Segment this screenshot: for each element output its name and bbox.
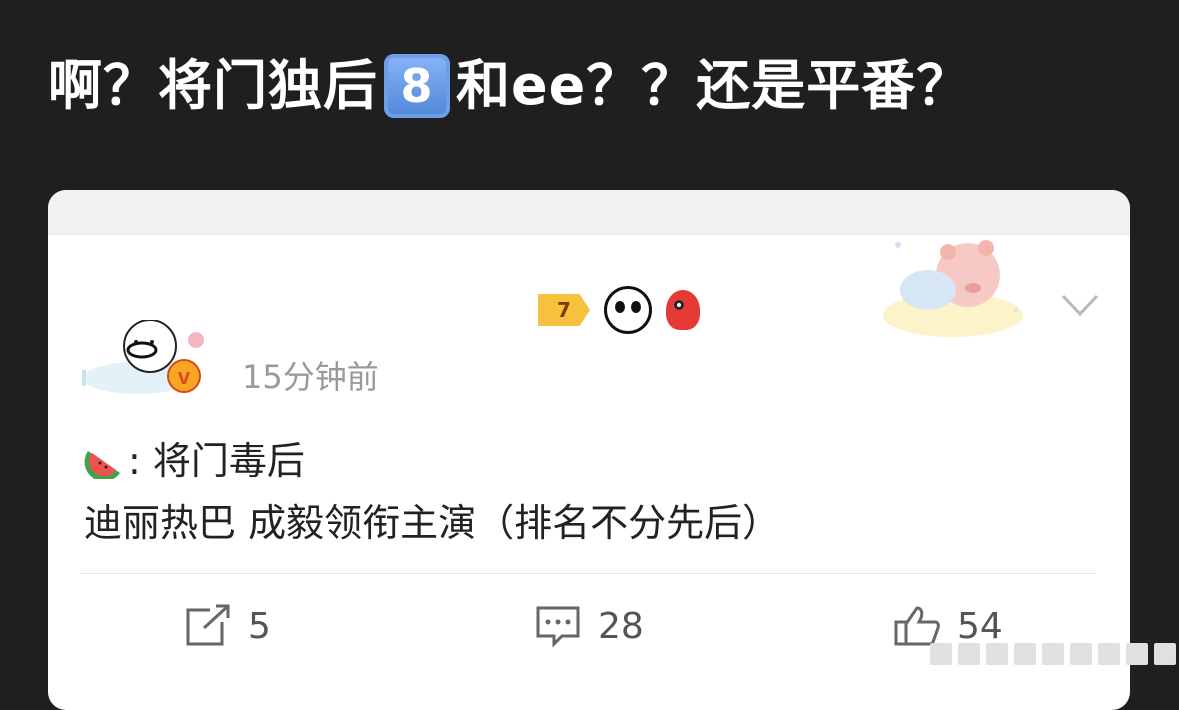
like-count: 54 bbox=[957, 605, 1003, 647]
divider bbox=[80, 573, 1096, 574]
headline: 啊？将门独后 8 和ee？？还是平番？ bbox=[48, 46, 971, 126]
thumbs-up-icon bbox=[894, 606, 940, 646]
card-top-bar bbox=[48, 190, 1130, 235]
like-button[interactable]: 54 bbox=[893, 604, 1003, 648]
comment-icon bbox=[536, 606, 580, 648]
repost-icon bbox=[186, 604, 230, 646]
post-content: : 将门毒后 迪丽热巴 成毅领衔主演（排名不分先后） bbox=[84, 430, 780, 554]
post-card: 7 v 15分钟前: 将门毒后 迪丽热巴 成毅领衔主演（排名不分先后） 5 2… bbox=[48, 190, 1130, 710]
watermelon-icon bbox=[84, 451, 120, 479]
repost-count: 5 bbox=[248, 605, 271, 647]
red-bird-badge-icon bbox=[666, 290, 700, 330]
post-line-1-text: : 将门毒后 bbox=[128, 439, 305, 483]
user-badges: 7 bbox=[538, 286, 700, 334]
tag-7-badge-icon: 7 bbox=[538, 294, 590, 326]
post-timestamp: 15分钟前 bbox=[242, 358, 379, 396]
comment-count: 28 bbox=[598, 605, 644, 647]
avatar[interactable]: v bbox=[78, 320, 206, 400]
panda-badge-icon bbox=[604, 286, 652, 334]
svg-text:v: v bbox=[178, 364, 191, 389]
post-line-2: 迪丽热巴 成毅领衔主演（排名不分先后） bbox=[84, 492, 780, 554]
headline-part2: 和ee？？还是平番？ bbox=[456, 54, 972, 117]
pig-cloud-decoration-icon bbox=[883, 240, 1023, 337]
post-line-1: : 将门毒后 bbox=[84, 430, 780, 492]
post-line-2-text: 迪丽热巴 成毅领衔主演（排名不分先后） bbox=[84, 501, 781, 545]
repost-button[interactable]: 5 bbox=[184, 604, 271, 648]
keycap-eight-icon: 8 bbox=[384, 54, 450, 118]
image-watermark-placeholder bbox=[930, 643, 1179, 665]
comment-button[interactable]: 28 bbox=[534, 604, 644, 648]
headline-part1: 啊？将门独后 bbox=[48, 54, 378, 117]
chevron-down-icon[interactable] bbox=[1060, 290, 1100, 320]
